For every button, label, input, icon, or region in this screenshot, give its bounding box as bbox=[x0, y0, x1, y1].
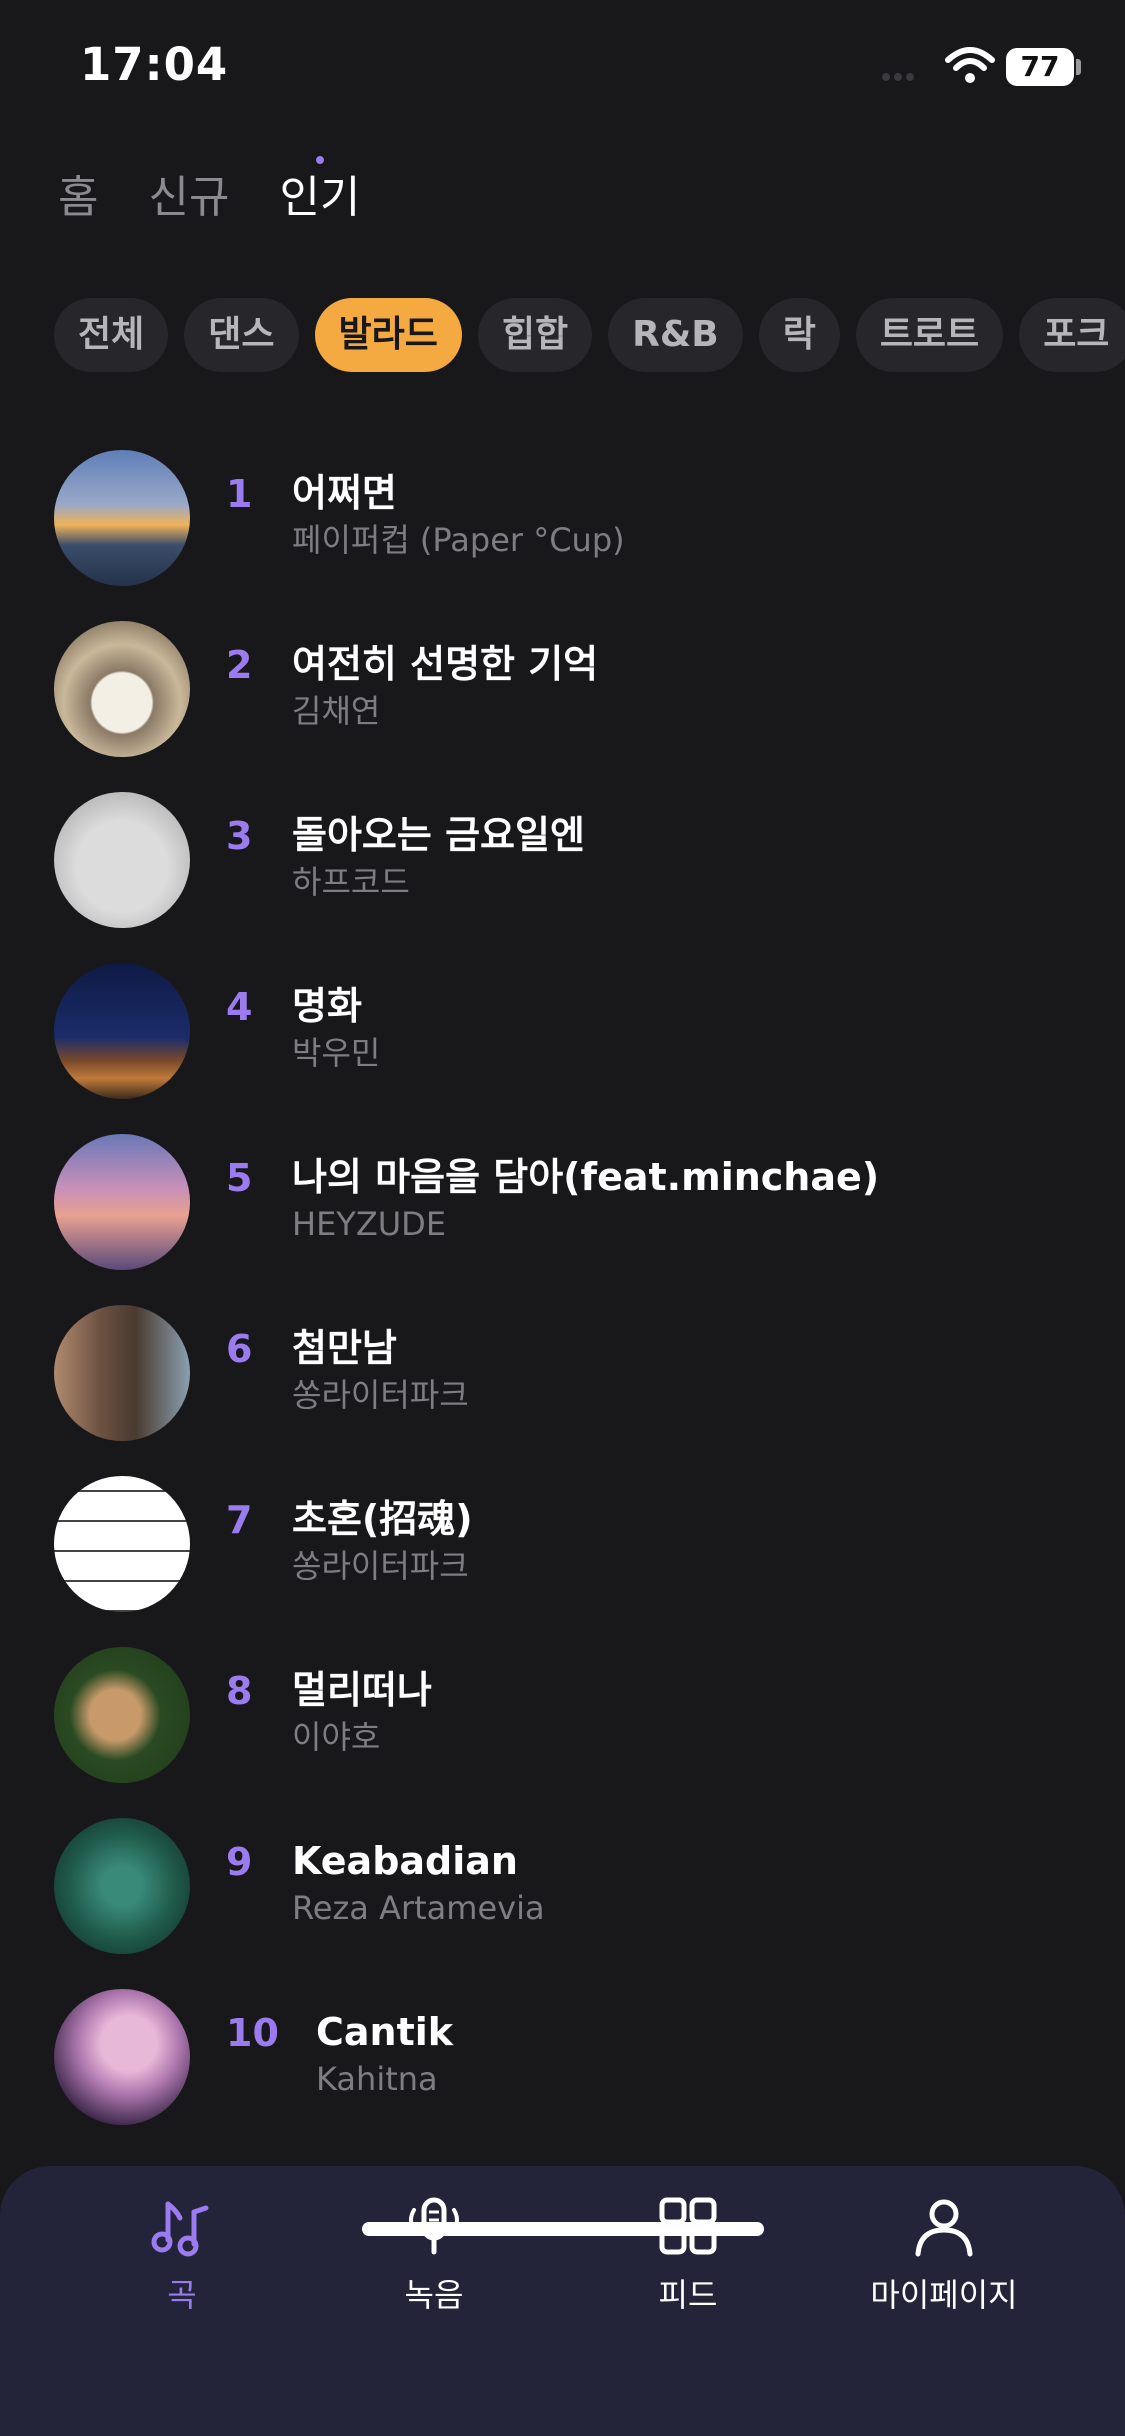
song-row[interactable]: 6 첨만남 쏭라이터파크 bbox=[0, 1301, 1125, 1472]
song-artist: Reza Artamevia bbox=[292, 1889, 545, 1927]
song-rank: 5 bbox=[226, 1156, 253, 1200]
tab-home[interactable]: 홈 bbox=[58, 168, 98, 238]
album-cover bbox=[54, 1647, 190, 1783]
nav-mypage-label: 마이페이지 bbox=[870, 2276, 1018, 2314]
song-artist: 이야호 bbox=[292, 1718, 381, 1756]
genre-chip-folk[interactable]: 포크 bbox=[1019, 298, 1125, 372]
battery-icon: 77 bbox=[1006, 48, 1074, 86]
song-rank: 9 bbox=[226, 1840, 253, 1884]
genre-chip-ballad[interactable]: 발라드 bbox=[314, 298, 462, 372]
nav-feed[interactable]: 피드 bbox=[588, 2194, 788, 2316]
song-title: 명화 bbox=[292, 984, 362, 1028]
active-tab-dot bbox=[315, 156, 324, 164]
album-cover bbox=[54, 1818, 190, 1954]
song-title: Keabadian bbox=[292, 1839, 518, 1883]
song-row[interactable]: 4 명화 박우민 bbox=[0, 959, 1125, 1130]
song-row[interactable]: 8 멀리떠나 이야호 bbox=[0, 1643, 1125, 1814]
song-title: 돌아오는 금요일엔 bbox=[292, 813, 585, 857]
album-cover bbox=[54, 792, 190, 928]
song-rank: 8 bbox=[226, 1669, 253, 1713]
song-artist: 쏭라이터파크 bbox=[292, 1376, 469, 1414]
nav-mypage[interactable]: 마이페이지 bbox=[844, 2194, 1044, 2316]
music-note-icon bbox=[151, 2201, 209, 2257]
song-list: 1 어쩌면 페이퍼컵 (Paper °Cup) 2 여전히 선명한 기억 김채연… bbox=[0, 446, 1125, 2156]
nav-recording[interactable]: 녹음 bbox=[334, 2194, 534, 2316]
song-title: 어쩌면 bbox=[292, 471, 397, 515]
song-artist: 쏭라이터파크 bbox=[292, 1547, 469, 1585]
bottom-navigation: 곡 녹음 피드 마이페이지 bbox=[0, 2166, 1125, 2436]
song-row[interactable]: 10 Cantik Kahitna bbox=[0, 1985, 1125, 2156]
song-artist: 하프코드 bbox=[292, 863, 410, 901]
genre-chip-hiphop[interactable]: 힙합 bbox=[477, 298, 593, 372]
song-rank: 4 bbox=[226, 985, 253, 1029]
album-cover bbox=[54, 963, 190, 1099]
song-artist: 페이퍼컵 (Paper °Cup) bbox=[292, 521, 625, 559]
album-cover bbox=[54, 621, 190, 757]
song-title: 멀리떠나 bbox=[292, 1668, 432, 1712]
home-indicator[interactable] bbox=[362, 2222, 764, 2236]
song-artist: Kahitna bbox=[316, 2060, 438, 2098]
genre-chip-trot[interactable]: 트로트 bbox=[855, 298, 1004, 372]
song-title: 나의 마음을 담아(feat.minchae) bbox=[292, 1155, 880, 1199]
song-row[interactable]: 1 어쩌면 페이퍼컵 (Paper °Cup) bbox=[0, 446, 1125, 617]
song-rank: 1 bbox=[226, 472, 253, 516]
tab-popular[interactable]: 인기 bbox=[279, 156, 361, 238]
song-rank: 2 bbox=[226, 643, 253, 687]
tab-popular-label: 인기 bbox=[279, 172, 361, 223]
nav-songs[interactable]: 곡 bbox=[82, 2194, 282, 2316]
song-rank: 7 bbox=[226, 1498, 253, 1542]
song-artist: HEYZUDE bbox=[292, 1205, 447, 1243]
song-row[interactable]: 9 Keabadian Reza Artamevia bbox=[0, 1814, 1125, 1985]
genre-chip-rnb[interactable]: R&B bbox=[608, 298, 743, 372]
person-icon bbox=[915, 2199, 973, 2257]
song-title: 여전히 선명한 기억 bbox=[292, 642, 599, 686]
tab-new[interactable]: 신규 bbox=[148, 168, 229, 238]
song-title: Cantik bbox=[316, 2010, 454, 2054]
song-title: 첨만남 bbox=[292, 1326, 397, 1370]
battery-tip bbox=[1076, 59, 1081, 75]
genre-chip-rock[interactable]: 락 bbox=[758, 298, 840, 372]
app-screen: 17:04 77 홈 신규 인기 전체 댄스 발라드 힙합 R&B 락 트로트 … bbox=[0, 0, 1125, 2436]
nav-recording-label: 녹음 bbox=[404, 2276, 464, 2314]
song-rank: 6 bbox=[226, 1327, 253, 1371]
song-row[interactable]: 5 나의 마음을 담아(feat.minchae) HEYZUDE bbox=[0, 1130, 1125, 1301]
album-cover bbox=[54, 450, 190, 586]
wifi-icon bbox=[945, 47, 995, 83]
battery-level: 77 bbox=[1020, 50, 1060, 83]
song-row[interactable]: 2 여전히 선명한 기억 김채연 bbox=[0, 617, 1125, 788]
song-rank: 10 bbox=[226, 2011, 279, 2055]
status-bar: 17:04 77 bbox=[0, 0, 1125, 140]
nav-feed-label: 피드 bbox=[658, 2276, 718, 2314]
song-artist: 박우민 bbox=[292, 1034, 381, 1072]
album-cover bbox=[54, 1476, 190, 1612]
album-cover bbox=[54, 1989, 190, 2125]
top-tabs: 홈 신규 인기 bbox=[58, 156, 361, 238]
album-cover bbox=[54, 1305, 190, 1441]
status-time: 17:04 bbox=[80, 38, 229, 91]
album-cover bbox=[54, 1134, 190, 1270]
song-row[interactable]: 3 돌아오는 금요일엔 하프코드 bbox=[0, 788, 1125, 959]
song-title: 초혼(招魂) bbox=[292, 1497, 473, 1541]
genre-filter-bar: 전체 댄스 발라드 힙합 R&B 락 트로트 포크 bbox=[54, 298, 1125, 374]
song-artist: 김채연 bbox=[292, 692, 381, 730]
song-rank: 3 bbox=[226, 814, 253, 858]
nav-songs-label: 곡 bbox=[167, 2276, 197, 2314]
cellular-signal-icon bbox=[882, 66, 932, 81]
genre-chip-all[interactable]: 전체 bbox=[54, 298, 169, 372]
genre-chip-dance[interactable]: 댄스 bbox=[184, 298, 299, 372]
song-row[interactable]: 7 초혼(招魂) 쏭라이터파크 bbox=[0, 1472, 1125, 1643]
